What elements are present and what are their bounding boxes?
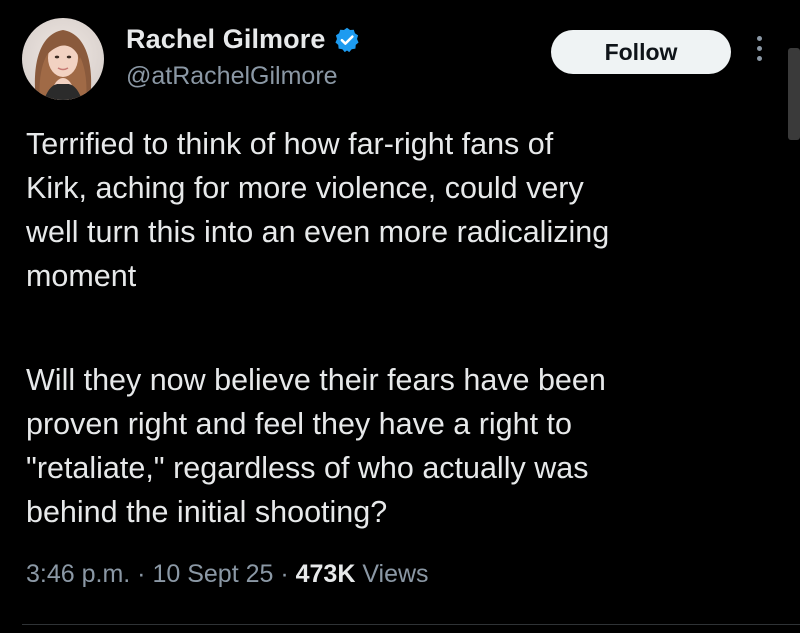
author-name-row: Rachel Gilmore [126,24,361,55]
tweet-time[interactable]: 3:46 p.m. [26,560,130,589]
more-dot [756,46,762,51]
views-count[interactable]: 473K [296,560,356,589]
tweet-text-paragraph-2: Will they now believe their fears have b… [26,363,606,529]
tweet-text-paragraph-1: Terrified to think of how far-right fans… [26,127,610,293]
tweet-card: Rachel Gilmore @atRachelGilmore Follow T… [0,0,800,633]
author-handle[interactable]: @atRachelGilmore [126,62,338,91]
meta-separator: · [130,560,153,588]
author-display-name[interactable]: Rachel Gilmore [126,24,325,55]
avatar[interactable] [22,18,104,100]
more-dot [756,36,762,41]
divider [22,624,800,625]
follow-button[interactable]: Follow [551,30,731,74]
meta-separator: · [273,560,296,588]
tweet-meta: 3:46 p.m. · 10 Sept 25 · 473K Views [26,560,429,589]
views-label: Views [355,560,429,588]
avatar-image [22,18,104,100]
more-vertical-icon[interactable] [752,36,766,68]
scrollbar-thumb[interactable] [788,48,800,140]
more-dot [756,56,762,61]
verified-badge-icon[interactable] [333,26,361,54]
tweet-date[interactable]: 10 Sept 25 [152,560,273,589]
